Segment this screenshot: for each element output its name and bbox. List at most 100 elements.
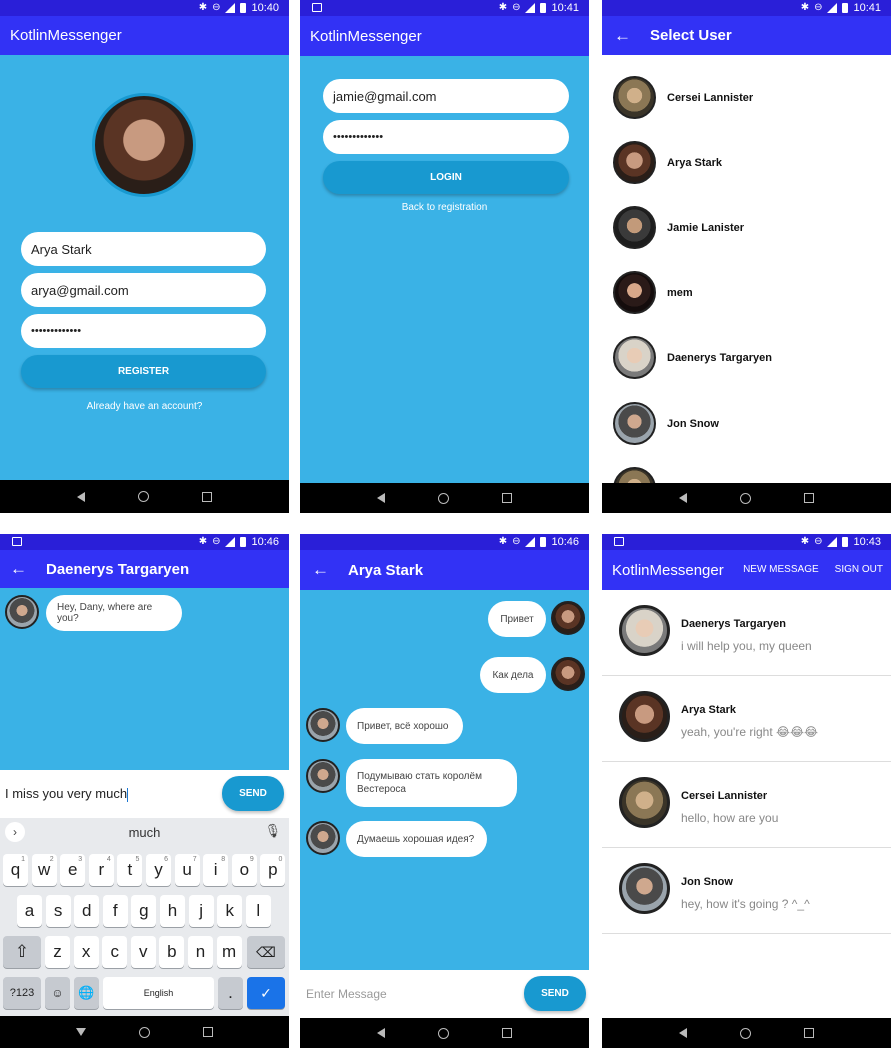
microphone-icon[interactable]: 🎙 — [264, 823, 281, 839]
latest-messages-screen: ✱ ⊖ 10:43 KotlinMessenger NEW MESSAGE SI… — [602, 534, 891, 1048]
image-notification-icon — [12, 537, 22, 546]
key-g[interactable]: g — [131, 895, 157, 927]
register-button[interactable]: REGISTER — [21, 355, 266, 388]
key-t[interactable]: t5 — [117, 854, 143, 886]
nav-recents-icon[interactable] — [804, 493, 815, 503]
emoji-key[interactable]: ☺ — [45, 977, 70, 1009]
nav-home-icon[interactable] — [437, 1027, 449, 1039]
nav-bar — [300, 1018, 589, 1048]
back-to-registration-link[interactable]: Back to registration — [300, 202, 589, 213]
user-row[interactable]: mem — [613, 271, 693, 314]
key-s[interactable]: s — [45, 895, 71, 927]
email-field[interactable]: jamie@gmail.com — [323, 79, 569, 113]
user-row[interactable]: Jon Snow — [613, 402, 719, 445]
key-v[interactable]: v — [130, 936, 156, 968]
symbols-key[interactable]: ?123 — [3, 977, 41, 1009]
back-arrow-icon[interactable]: ← — [10, 559, 28, 579]
app-bar: KotlinMessenger NEW MESSAGE SIGN OUT — [602, 550, 891, 590]
key-m[interactable]: m — [216, 936, 242, 968]
password-field[interactable]: ••••••••••••• — [21, 314, 266, 348]
nav-home-icon[interactable] — [739, 492, 751, 504]
globe-key[interactable]: 🌐 — [74, 977, 99, 1009]
keyboard-hide-icon[interactable] — [76, 1028, 87, 1036]
new-message-button[interactable]: NEW MESSAGE — [743, 564, 819, 575]
message-input-bar: Enter Message SEND — [300, 970, 589, 1018]
key-p[interactable]: p0 — [260, 854, 286, 886]
key-u[interactable]: u7 — [174, 854, 200, 886]
nav-recents-icon[interactable] — [202, 1027, 213, 1037]
nav-back-icon[interactable] — [376, 1028, 385, 1038]
send-button[interactable]: SEND — [222, 776, 284, 811]
message-bubble: Hey, Dany, where are you? — [46, 595, 182, 631]
suggestion-bar: › much 🎙 — [0, 818, 289, 846]
key-q[interactable]: q1 — [3, 854, 28, 886]
nav-home-icon[interactable] — [739, 1027, 751, 1039]
email-field[interactable]: arya@gmail.com — [21, 273, 266, 307]
backspace-key[interactable]: ⌫ — [247, 936, 285, 968]
conversation-row[interactable]: Cersei Lannister hello, how are you — [602, 762, 891, 848]
password-field[interactable]: ••••••••••••• — [323, 120, 569, 154]
sign-out-button[interactable]: SIGN OUT — [835, 564, 883, 575]
key-f[interactable]: f — [102, 895, 128, 927]
user-row[interactable]: Jamie Lanister — [613, 206, 744, 249]
conversation-row[interactable]: Jon Snow hey, how it's going ? ^_^ — [602, 848, 891, 934]
key-hint: 7 — [192, 856, 197, 863]
key-r[interactable]: r4 — [88, 854, 114, 886]
key-l[interactable]: l — [245, 895, 271, 927]
key-x[interactable]: x — [73, 936, 99, 968]
login-button[interactable]: LOGIN — [323, 161, 569, 194]
key-w[interactable]: w2 — [31, 854, 57, 886]
dnd-icon: ⊖ — [212, 2, 221, 13]
user-row[interactable]: Daenerys Targaryen — [613, 336, 772, 379]
key-a[interactable]: a — [17, 895, 42, 927]
key-o[interactable]: o9 — [231, 854, 257, 886]
nav-recents-icon[interactable] — [502, 493, 513, 503]
key-d[interactable]: d — [74, 895, 100, 927]
nav-home-icon[interactable] — [138, 1026, 150, 1038]
conversation-row[interactable]: Daenerys Targaryen i will help you, my q… — [602, 590, 891, 676]
dnd-icon: ⊖ — [212, 536, 221, 547]
battery-icon — [842, 3, 849, 13]
nav-recents-icon[interactable] — [502, 1028, 513, 1038]
signal-icon — [525, 3, 536, 13]
done-key[interactable]: ✓ — [247, 977, 285, 1009]
username-field[interactable]: Arya Stark — [21, 232, 266, 266]
space-bar[interactable]: English — [103, 977, 214, 1009]
shift-key[interactable]: ⇧ — [3, 936, 41, 968]
nav-back-icon[interactable] — [76, 491, 85, 502]
profile-photo-button[interactable] — [92, 93, 196, 197]
nav-back-icon[interactable] — [678, 493, 687, 503]
key-hint: 9 — [249, 856, 254, 863]
login-link[interactable]: Already have an account? — [0, 401, 289, 412]
back-arrow-icon[interactable]: ← — [312, 560, 330, 580]
key-k[interactable]: k — [217, 895, 243, 927]
nav-home-icon[interactable] — [137, 491, 149, 502]
nav-back-icon[interactable] — [376, 493, 385, 503]
user-row[interactable]: Cersei Lannister — [613, 76, 753, 119]
conversation-row[interactable]: Arya Stark yeah, you're right 😂😂😂 — [602, 676, 891, 762]
key-e[interactable]: e3 — [60, 854, 86, 886]
key-z[interactable]: z — [45, 936, 70, 968]
user-row[interactable]: Arya Stark — [613, 141, 722, 184]
nav-recents-icon[interactable] — [202, 491, 213, 502]
nav-back-icon[interactable] — [678, 1028, 687, 1038]
key-c[interactable]: c — [102, 936, 128, 968]
conversation-last-message: yeah, you're right 😂😂😂 — [681, 725, 819, 739]
user-name: Daenerys Targaryen — [667, 351, 772, 364]
nav-recents-icon[interactable] — [804, 1028, 815, 1038]
period-key[interactable]: . — [218, 977, 243, 1009]
back-arrow-icon[interactable]: ← — [614, 26, 632, 46]
key-j[interactable]: j — [188, 895, 214, 927]
nav-home-icon[interactable] — [437, 492, 449, 504]
image-notification-icon — [614, 537, 624, 546]
key-h[interactable]: h — [160, 895, 185, 927]
conversation-avatar — [619, 605, 670, 656]
key-b[interactable]: b — [159, 936, 185, 968]
message-input[interactable]: I miss you very much — [5, 786, 129, 802]
key-y[interactable]: y6 — [146, 854, 171, 886]
key-i[interactable]: i8 — [203, 854, 229, 886]
suggestion-word[interactable]: much — [0, 825, 289, 840]
key-n[interactable]: n — [188, 936, 213, 968]
message-input[interactable]: Enter Message — [306, 987, 387, 1001]
send-button[interactable]: SEND — [524, 976, 586, 1011]
